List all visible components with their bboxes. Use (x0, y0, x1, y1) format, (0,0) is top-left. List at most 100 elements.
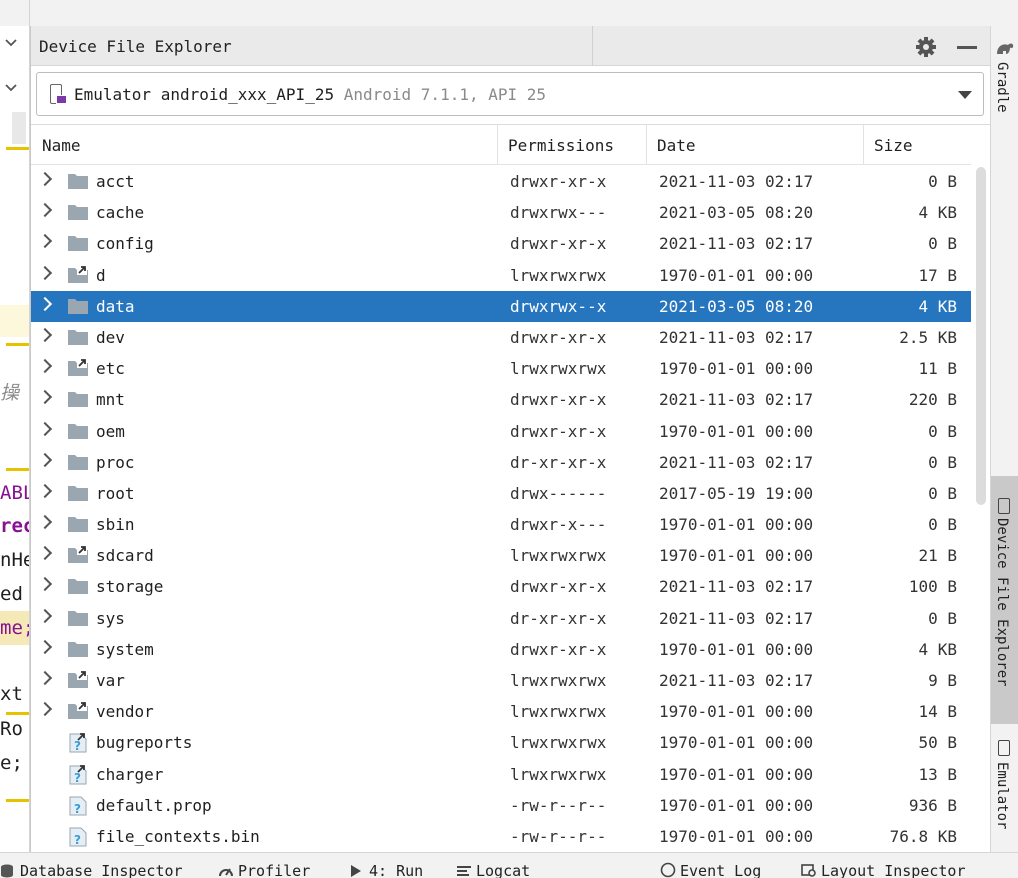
table-row[interactable]: etc lrwxrwxrwx 1970-01-01 00:00 11 B (31, 353, 971, 384)
dropdown-caret-icon[interactable] (958, 91, 972, 99)
folder-link-icon (67, 702, 89, 720)
table-row[interactable]: system drwxr-xr-x 1970-01-01 00:00 4 KB (31, 634, 971, 665)
file-name: sbin (96, 515, 135, 535)
table-row[interactable]: cache drwxrwx--- 2021-03-05 08:20 4 KB (31, 197, 971, 228)
tab-run-label: 4: Run (369, 862, 424, 878)
table-row[interactable]: ? file_contexts.bin -rw-r--r-- 1970-01-01 0… (31, 821, 971, 852)
table-row[interactable]: oem drwxr-xr-x 1970-01-01 00:00 0 B (31, 416, 971, 447)
tab-profiler[interactable]: Profiler (218, 862, 310, 878)
chevron-right-icon[interactable] (37, 670, 53, 686)
folder-icon (67, 484, 89, 502)
layout-inspector-icon (801, 864, 817, 878)
table-row[interactable]: proc dr-xr-xr-x 2021-11-03 02:17 0 B (31, 447, 971, 478)
tab-emulator[interactable]: Emulator (991, 734, 1018, 852)
column-divider[interactable] (646, 125, 647, 165)
table-row[interactable]: sys dr-xr-xr-x 2021-11-03 02:17 0 B (31, 603, 971, 634)
chevron-right-icon[interactable] (37, 702, 53, 717)
file-size: 0 B (928, 483, 957, 503)
gutter-marker (6, 147, 29, 150)
file-date: 2021-11-03 02:17 (659, 671, 814, 690)
table-row[interactable]: sdcard lrwxrwxrwx 1970-01-01 00:00 21 B (31, 540, 971, 571)
tab-database-inspector[interactable]: Database Inspector (0, 862, 183, 878)
chevron-right-icon[interactable] (37, 234, 53, 249)
column-divider[interactable] (863, 125, 864, 165)
file-name: var (96, 671, 125, 690)
column-header-name[interactable]: Name (42, 136, 81, 155)
device-label: Emulator android_xxx_API_25 Android 7.1.… (74, 85, 546, 104)
file-name: mnt (96, 390, 125, 410)
device-selector[interactable]: Emulator android_xxx_API_25 Android 7.1.… (36, 72, 984, 116)
chevron-right-icon[interactable] (37, 359, 53, 374)
file-name: vendor (96, 702, 154, 722)
minimize-icon[interactable] (957, 46, 977, 49)
file-permissions: lrwxrwxrwx (510, 265, 607, 285)
code-fragment: nHe (0, 549, 29, 571)
unknown-file-icon: ? (67, 827, 89, 847)
column-header-permissions[interactable]: Permissions (508, 136, 614, 155)
chevron-right-icon[interactable] (37, 483, 53, 498)
device-file-explorer-panel: Device File Explorer Emulator android_xx… (30, 26, 991, 852)
table-row[interactable]: config drwxr-xr-x 2021-11-03 02:17 0 B (31, 228, 971, 259)
tab-run[interactable]: 4: Run (349, 862, 423, 878)
table-row[interactable]: var lrwxrwxrwx 2021-11-03 02:17 9 B (31, 665, 971, 696)
chevron-right-icon[interactable] (37, 265, 53, 280)
table-row[interactable]: root drwx------ 2017-05-19 19:00 0 B (31, 478, 971, 509)
editor-strip: 操 ABL rec nHe ed me; xt Ro e; (0, 0, 30, 852)
chevron-down-icon[interactable] (4, 81, 18, 95)
svg-text:?: ? (74, 771, 81, 785)
chevron-right-icon[interactable] (37, 514, 53, 530)
chevron-right-icon[interactable] (37, 421, 53, 436)
file-permissions: lrwxrwxrwx (510, 733, 607, 753)
tab-layout-inspector-label: Layout Inspector (821, 862, 966, 878)
file-permissions: drwxr-xr-x (510, 327, 607, 347)
chevron-right-icon[interactable] (37, 546, 53, 561)
column-header-size[interactable]: Size (874, 136, 913, 155)
table-row[interactable]: d lrwxrwxrwx 1970-01-01 00:00 17 B (31, 260, 971, 291)
folder-icon (67, 234, 89, 252)
folder-icon (67, 515, 89, 533)
file-size: 4 KB (918, 296, 957, 316)
code-fragment: rec (0, 515, 29, 537)
file-name: charger (96, 764, 164, 784)
file-size: 0 B (928, 172, 957, 191)
gear-icon[interactable] (915, 36, 937, 58)
svg-text:?: ? (74, 739, 81, 753)
chevron-right-icon[interactable] (37, 203, 53, 218)
tab-device-file-explorer[interactable]: Device File Explorer (991, 476, 1018, 724)
table-row[interactable]: vendor lrwxrwxrwx 1970-01-01 00:00 14 B (31, 696, 971, 727)
scrollbar-thumb[interactable] (976, 167, 986, 505)
file-date: 1970-01-01 00:00 (659, 795, 814, 815)
chevron-right-icon[interactable] (37, 577, 53, 592)
tab-layout-inspector[interactable]: Layout Inspector (801, 862, 966, 878)
table-row[interactable]: ? charger lrwxrwxrwx 1970-01-01 00:00 13 B (31, 759, 971, 790)
tab-gradle[interactable]: Gradle (991, 38, 1018, 148)
chevron-right-icon[interactable] (37, 171, 53, 187)
file-permissions: drwxr-xr-x (510, 577, 607, 597)
chevron-down-icon[interactable] (4, 36, 18, 50)
table-row[interactable]: storage drwxr-xr-x 2021-11-03 02:17 100 B (31, 571, 971, 602)
column-header-date[interactable]: Date (657, 136, 696, 155)
chevron-right-icon[interactable] (37, 327, 53, 343)
line-highlight (0, 305, 29, 337)
chevron-right-icon[interactable] (37, 452, 53, 467)
table-row[interactable]: data drwxrwx--x 2021-03-05 08:20 4 KB (31, 290, 971, 322)
table-row[interactable]: ? bugreports lrwxrwxrwx 1970-01-01 00:00 50 … (31, 727, 971, 758)
tab-event-log[interactable]: Event Log (660, 862, 761, 878)
table-row[interactable]: ? default.prop -rw-r--r-- 1970-01-01 00:00 9… (31, 790, 971, 821)
file-permissions: lrwxrwxrwx (510, 702, 607, 722)
file-date: 2021-11-03 02:17 (659, 327, 814, 347)
table-row[interactable]: sbin drwxr-x--- 1970-01-01 00:00 0 B (31, 509, 971, 540)
vertical-scrollbar[interactable] (973, 167, 987, 852)
table-row[interactable]: mnt drwxr-xr-x 2021-11-03 02:17 220 B (31, 384, 971, 415)
chevron-right-icon[interactable] (37, 608, 53, 623)
chevron-right-icon[interactable] (37, 639, 53, 654)
file-permissions: lrwxrwxrwx (510, 546, 607, 566)
column-divider[interactable] (497, 125, 498, 165)
table-row[interactable]: acct drwxr-xr-x 2021-11-03 02:17 0 B (31, 166, 971, 197)
chevron-right-icon[interactable] (37, 296, 53, 311)
tab-logcat[interactable]: Logcat (456, 862, 530, 878)
table-row[interactable]: dev drwxr-xr-x 2021-11-03 02:17 2.5 KB (31, 322, 971, 353)
logcat-icon (456, 864, 472, 878)
gutter-block (12, 112, 26, 144)
chevron-right-icon[interactable] (37, 390, 53, 405)
